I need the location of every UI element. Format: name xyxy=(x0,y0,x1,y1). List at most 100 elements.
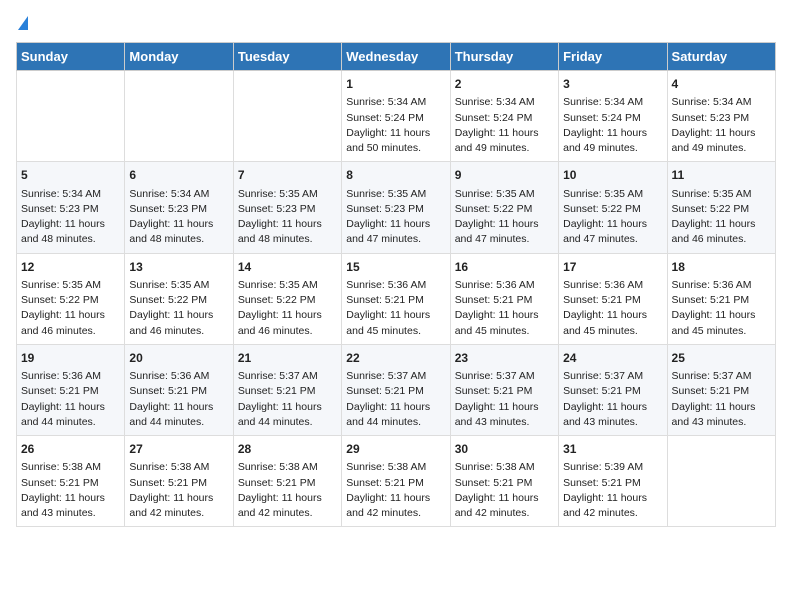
cell-info: Daylight: 11 hours xyxy=(21,491,120,506)
cell-info: Daylight: 11 hours xyxy=(238,491,337,506)
cell-info: Sunset: 5:21 PM xyxy=(563,293,662,308)
calendar-cell xyxy=(667,436,775,527)
calendar-cell: 13Sunrise: 5:35 AMSunset: 5:22 PMDayligh… xyxy=(125,253,233,344)
cell-info: Sunset: 5:22 PM xyxy=(238,293,337,308)
calendar-cell: 23Sunrise: 5:37 AMSunset: 5:21 PMDayligh… xyxy=(450,344,558,435)
cell-info: and 47 minutes. xyxy=(563,232,662,247)
cell-info: Daylight: 11 hours xyxy=(238,400,337,415)
calendar-cell: 28Sunrise: 5:38 AMSunset: 5:21 PMDayligh… xyxy=(233,436,341,527)
cell-info: Sunset: 5:21 PM xyxy=(455,293,554,308)
cell-info: Sunset: 5:21 PM xyxy=(346,476,445,491)
cell-info: Daylight: 11 hours xyxy=(346,400,445,415)
cell-info: Sunset: 5:21 PM xyxy=(563,476,662,491)
day-number: 15 xyxy=(346,259,445,276)
cell-info: Sunset: 5:21 PM xyxy=(21,476,120,491)
cell-info: and 45 minutes. xyxy=(455,324,554,339)
cell-info: Sunrise: 5:35 AM xyxy=(238,187,337,202)
calendar-cell xyxy=(233,71,341,162)
cell-info: Sunrise: 5:34 AM xyxy=(455,95,554,110)
cell-info: Sunset: 5:22 PM xyxy=(129,293,228,308)
cell-info: and 48 minutes. xyxy=(238,232,337,247)
calendar-cell: 1Sunrise: 5:34 AMSunset: 5:24 PMDaylight… xyxy=(342,71,450,162)
calendar-cell: 6Sunrise: 5:34 AMSunset: 5:23 PMDaylight… xyxy=(125,162,233,253)
cell-info: Sunrise: 5:34 AM xyxy=(672,95,771,110)
day-number: 8 xyxy=(346,167,445,184)
day-number: 2 xyxy=(455,76,554,93)
day-header: Wednesday xyxy=(342,43,450,71)
cell-info: Daylight: 11 hours xyxy=(129,400,228,415)
cell-info: and 45 minutes. xyxy=(346,324,445,339)
day-header: Monday xyxy=(125,43,233,71)
day-number: 25 xyxy=(672,350,771,367)
calendar-cell: 31Sunrise: 5:39 AMSunset: 5:21 PMDayligh… xyxy=(559,436,667,527)
cell-info: and 42 minutes. xyxy=(563,506,662,521)
cell-info: Sunset: 5:21 PM xyxy=(455,384,554,399)
cell-info: and 42 minutes. xyxy=(346,506,445,521)
cell-info: and 44 minutes. xyxy=(129,415,228,430)
calendar-cell: 5Sunrise: 5:34 AMSunset: 5:23 PMDaylight… xyxy=(17,162,125,253)
cell-info: Sunset: 5:22 PM xyxy=(455,202,554,217)
page-container: SundayMondayTuesdayWednesdayThursdayFrid… xyxy=(0,0,792,543)
cell-info: Sunrise: 5:35 AM xyxy=(672,187,771,202)
cell-info: Daylight: 11 hours xyxy=(346,491,445,506)
cell-info: Sunset: 5:22 PM xyxy=(563,202,662,217)
cell-info: Daylight: 11 hours xyxy=(129,217,228,232)
calendar-cell xyxy=(17,71,125,162)
cell-info: Daylight: 11 hours xyxy=(672,308,771,323)
cell-info: and 49 minutes. xyxy=(672,141,771,156)
cell-info: Daylight: 11 hours xyxy=(455,308,554,323)
day-number: 30 xyxy=(455,441,554,458)
day-number: 17 xyxy=(563,259,662,276)
calendar-cell: 18Sunrise: 5:36 AMSunset: 5:21 PMDayligh… xyxy=(667,253,775,344)
day-number: 31 xyxy=(563,441,662,458)
cell-info: and 42 minutes. xyxy=(238,506,337,521)
cell-info: and 46 minutes. xyxy=(129,324,228,339)
calendar-table: SundayMondayTuesdayWednesdayThursdayFrid… xyxy=(16,42,776,527)
calendar-week-row: 12Sunrise: 5:35 AMSunset: 5:22 PMDayligh… xyxy=(17,253,776,344)
cell-info: Sunrise: 5:37 AM xyxy=(563,369,662,384)
cell-info: Sunset: 5:21 PM xyxy=(346,293,445,308)
calendar-cell: 17Sunrise: 5:36 AMSunset: 5:21 PMDayligh… xyxy=(559,253,667,344)
cell-info: Daylight: 11 hours xyxy=(672,217,771,232)
cell-info: Sunset: 5:21 PM xyxy=(346,384,445,399)
cell-info: Sunset: 5:24 PM xyxy=(563,111,662,126)
calendar-cell: 22Sunrise: 5:37 AMSunset: 5:21 PMDayligh… xyxy=(342,344,450,435)
cell-info: and 49 minutes. xyxy=(455,141,554,156)
cell-info: Sunset: 5:23 PM xyxy=(672,111,771,126)
cell-info: and 46 minutes. xyxy=(21,324,120,339)
day-header: Tuesday xyxy=(233,43,341,71)
calendar-cell: 14Sunrise: 5:35 AMSunset: 5:22 PMDayligh… xyxy=(233,253,341,344)
day-number: 7 xyxy=(238,167,337,184)
cell-info: Sunset: 5:24 PM xyxy=(455,111,554,126)
cell-info: Sunrise: 5:38 AM xyxy=(238,460,337,475)
cell-info: Sunrise: 5:37 AM xyxy=(346,369,445,384)
calendar-cell: 27Sunrise: 5:38 AMSunset: 5:21 PMDayligh… xyxy=(125,436,233,527)
day-number: 13 xyxy=(129,259,228,276)
cell-info: Daylight: 11 hours xyxy=(455,217,554,232)
cell-info: Daylight: 11 hours xyxy=(455,491,554,506)
cell-info: and 45 minutes. xyxy=(672,324,771,339)
cell-info: Sunrise: 5:35 AM xyxy=(238,278,337,293)
calendar-cell: 25Sunrise: 5:37 AMSunset: 5:21 PMDayligh… xyxy=(667,344,775,435)
cell-info: Daylight: 11 hours xyxy=(129,308,228,323)
calendar-cell: 9Sunrise: 5:35 AMSunset: 5:22 PMDaylight… xyxy=(450,162,558,253)
cell-info: Sunrise: 5:35 AM xyxy=(455,187,554,202)
day-number: 23 xyxy=(455,350,554,367)
calendar-cell: 7Sunrise: 5:35 AMSunset: 5:23 PMDaylight… xyxy=(233,162,341,253)
cell-info: Sunset: 5:22 PM xyxy=(21,293,120,308)
cell-info: and 47 minutes. xyxy=(455,232,554,247)
cell-info: Sunrise: 5:36 AM xyxy=(21,369,120,384)
calendar-cell: 19Sunrise: 5:36 AMSunset: 5:21 PMDayligh… xyxy=(17,344,125,435)
cell-info: Sunrise: 5:38 AM xyxy=(21,460,120,475)
cell-info: Sunrise: 5:35 AM xyxy=(346,187,445,202)
calendar-cell: 29Sunrise: 5:38 AMSunset: 5:21 PMDayligh… xyxy=(342,436,450,527)
cell-info: Sunrise: 5:36 AM xyxy=(672,278,771,293)
cell-info: Sunrise: 5:39 AM xyxy=(563,460,662,475)
cell-info: and 44 minutes. xyxy=(346,415,445,430)
day-number: 10 xyxy=(563,167,662,184)
cell-info: and 49 minutes. xyxy=(563,141,662,156)
calendar-cell: 11Sunrise: 5:35 AMSunset: 5:22 PMDayligh… xyxy=(667,162,775,253)
cell-info: and 42 minutes. xyxy=(455,506,554,521)
calendar-cell: 15Sunrise: 5:36 AMSunset: 5:21 PMDayligh… xyxy=(342,253,450,344)
cell-info: Sunset: 5:21 PM xyxy=(129,476,228,491)
